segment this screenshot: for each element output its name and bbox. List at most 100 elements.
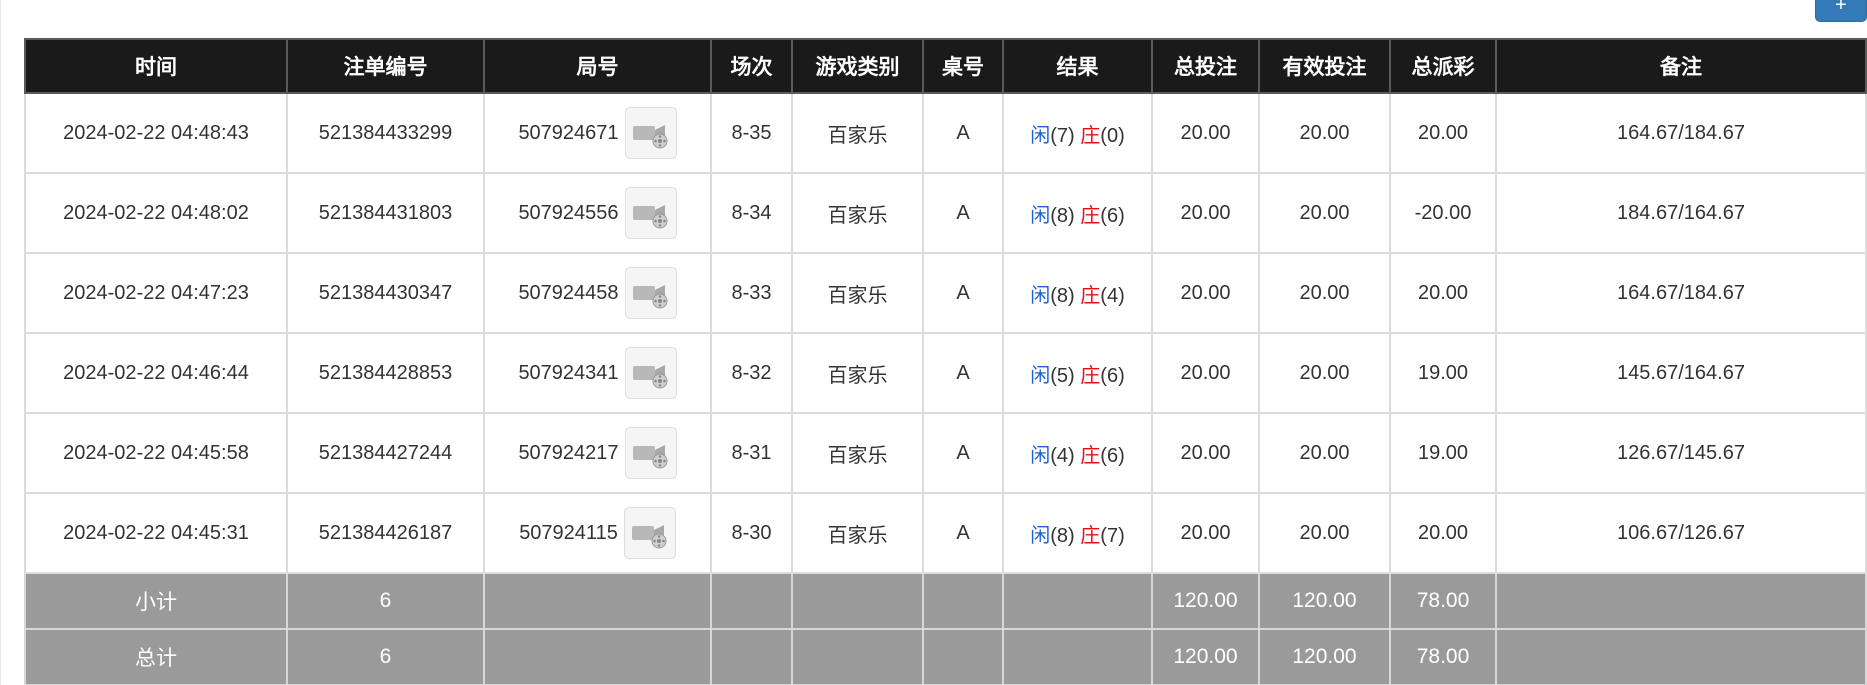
cell-table-no: A — [922, 412, 1004, 494]
table-row: 2024-02-22 04:48:02 521384431803 507924556… — [24, 172, 1867, 254]
cell-bet-id: 521384430347 — [286, 252, 485, 334]
cell-result: 闲(7) 庄(0) — [1002, 92, 1153, 174]
cell-result: 闲(8) 庄(7) — [1002, 492, 1153, 574]
cell-total-bet: 20.00 — [1151, 172, 1260, 254]
result-banker-label: 庄 — [1080, 124, 1101, 147]
round-id-text: 507924115 — [519, 521, 618, 544]
cell-time: 2024-02-22 04:48:02 — [24, 172, 288, 254]
table-row: 2024-02-22 04:45:58 521384427244 507924217… — [24, 412, 1867, 494]
cell-round-id: 507924217 — [483, 412, 712, 494]
result-player-label: 闲 — [1030, 524, 1051, 547]
result-player-score: (5) — [1050, 364, 1075, 387]
result-player-label: 闲 — [1030, 364, 1051, 387]
cell-result: 闲(4) 庄(6) — [1002, 412, 1153, 494]
video-replay-icon[interactable] — [624, 347, 677, 399]
cell-result: 闲(5) 庄(6) — [1002, 332, 1153, 414]
subtotal-count: 6 — [286, 572, 485, 630]
grand-total-valid-bet: 120.00 — [1258, 628, 1391, 685]
result-banker-label: 庄 — [1080, 524, 1101, 547]
result-player-score: (8) — [1050, 284, 1075, 307]
result-player-label: 闲 — [1030, 204, 1051, 227]
subtotal-row: 小计 6 120.00 120.00 78.00 — [24, 572, 1867, 630]
cell-time: 2024-02-22 04:45:58 — [24, 412, 288, 494]
round-id-group: 507924115 — [519, 507, 676, 559]
round-id-group: 507924217 — [518, 427, 677, 479]
video-replay-icon[interactable] — [624, 267, 677, 319]
result-player-score: (4) — [1050, 444, 1075, 467]
grand-total-count: 6 — [286, 628, 485, 685]
cell-time: 2024-02-22 04:47:23 — [24, 252, 288, 334]
subtotal-empty-cell — [1495, 572, 1867, 630]
subtotal-empty-cell — [483, 572, 712, 630]
grand-total-empty-cell — [710, 628, 793, 685]
cell-session: 8-30 — [710, 492, 793, 574]
round-id-text: 507924556 — [518, 201, 619, 224]
cell-valid-bet: 20.00 — [1258, 492, 1391, 574]
header-time: 时间 — [24, 38, 288, 94]
cell-total-bet: 20.00 — [1151, 412, 1260, 494]
cell-table-no: A — [922, 252, 1004, 334]
video-replay-icon[interactable] — [624, 427, 677, 479]
grand-total-empty-cell — [1002, 628, 1153, 685]
result-player-score: (8) — [1050, 204, 1075, 227]
grand-total-empty-cell — [483, 628, 712, 685]
cell-game-type: 百家乐 — [791, 412, 924, 494]
cell-session: 8-33 — [710, 252, 793, 334]
result-player-score: (8) — [1050, 524, 1075, 547]
subtotal-payout: 78.00 — [1389, 572, 1497, 630]
cell-round-id: 507924458 — [483, 252, 712, 334]
cell-note: 164.67/184.67 — [1495, 92, 1867, 174]
round-id-group: 507924458 — [518, 267, 677, 319]
header-bet-id: 注单编号 — [286, 38, 485, 94]
cell-session: 8-35 — [710, 92, 793, 174]
cell-payout: 20.00 — [1389, 92, 1497, 174]
result-banker-label: 庄 — [1080, 364, 1101, 387]
cell-payout: 20.00 — [1389, 492, 1497, 574]
cell-round-id: 507924341 — [483, 332, 712, 414]
round-id-text: 507924671 — [518, 121, 619, 144]
result-banker-score: (7) — [1100, 524, 1125, 547]
subtotal-empty-cell — [922, 572, 1004, 630]
cell-note: 126.67/145.67 — [1495, 412, 1867, 494]
cell-valid-bet: 20.00 — [1258, 332, 1391, 414]
result-banker-score: (4) — [1100, 284, 1125, 307]
cell-time: 2024-02-22 04:45:31 — [24, 492, 288, 574]
cell-table-no: A — [922, 172, 1004, 254]
round-id-text: 507924341 — [518, 361, 619, 384]
grand-total-row: 总计 6 120.00 120.00 78.00 — [24, 628, 1867, 685]
subtotal-total-bet: 120.00 — [1151, 572, 1260, 630]
video-replay-icon[interactable] — [623, 507, 676, 559]
header-total-bet: 总投注 — [1151, 38, 1260, 94]
result-player-score: (7) — [1050, 124, 1075, 147]
cell-game-type: 百家乐 — [791, 92, 924, 174]
cell-bet-id: 521384428853 — [286, 332, 485, 414]
video-replay-icon[interactable] — [624, 107, 677, 159]
video-replay-icon[interactable] — [624, 187, 677, 239]
cell-payout: -20.00 — [1389, 172, 1497, 254]
cell-bet-id: 521384433299 — [286, 92, 485, 174]
cell-note: 184.67/164.67 — [1495, 172, 1867, 254]
header-round-id: 局号 — [483, 38, 712, 94]
cell-valid-bet: 20.00 — [1258, 92, 1391, 174]
table-row: 2024-02-22 04:46:44 521384428853 507924341… — [24, 332, 1867, 414]
table-row: 2024-02-22 04:47:23 521384430347 507924458… — [24, 252, 1867, 334]
grand-total-empty-cell — [1495, 628, 1867, 685]
cell-total-bet: 20.00 — [1151, 92, 1260, 174]
subtotal-empty-cell — [710, 572, 793, 630]
corner-add-button[interactable]: + — [1815, 0, 1867, 22]
cell-valid-bet: 20.00 — [1258, 172, 1391, 254]
round-id-group: 507924341 — [518, 347, 677, 399]
header-note: 备注 — [1495, 38, 1867, 94]
cell-payout: 19.00 — [1389, 412, 1497, 494]
cell-bet-id: 521384426187 — [286, 492, 485, 574]
grand-total-total-bet: 120.00 — [1151, 628, 1260, 685]
page: + 时间 注单编号 局号 场次 游戏类别 桌号 结果 总投注 有效投注 总派彩 … — [0, 0, 1867, 685]
grand-total-payout: 78.00 — [1389, 628, 1497, 685]
cell-table-no: A — [922, 92, 1004, 174]
subtotal-empty-cell — [1002, 572, 1153, 630]
cell-game-type: 百家乐 — [791, 492, 924, 574]
cell-game-type: 百家乐 — [791, 172, 924, 254]
cell-note: 106.67/126.67 — [1495, 492, 1867, 574]
bet-records-table: 时间 注单编号 局号 场次 游戏类别 桌号 结果 总投注 有效投注 总派彩 备注… — [24, 38, 1867, 685]
cell-time: 2024-02-22 04:48:43 — [24, 92, 288, 174]
